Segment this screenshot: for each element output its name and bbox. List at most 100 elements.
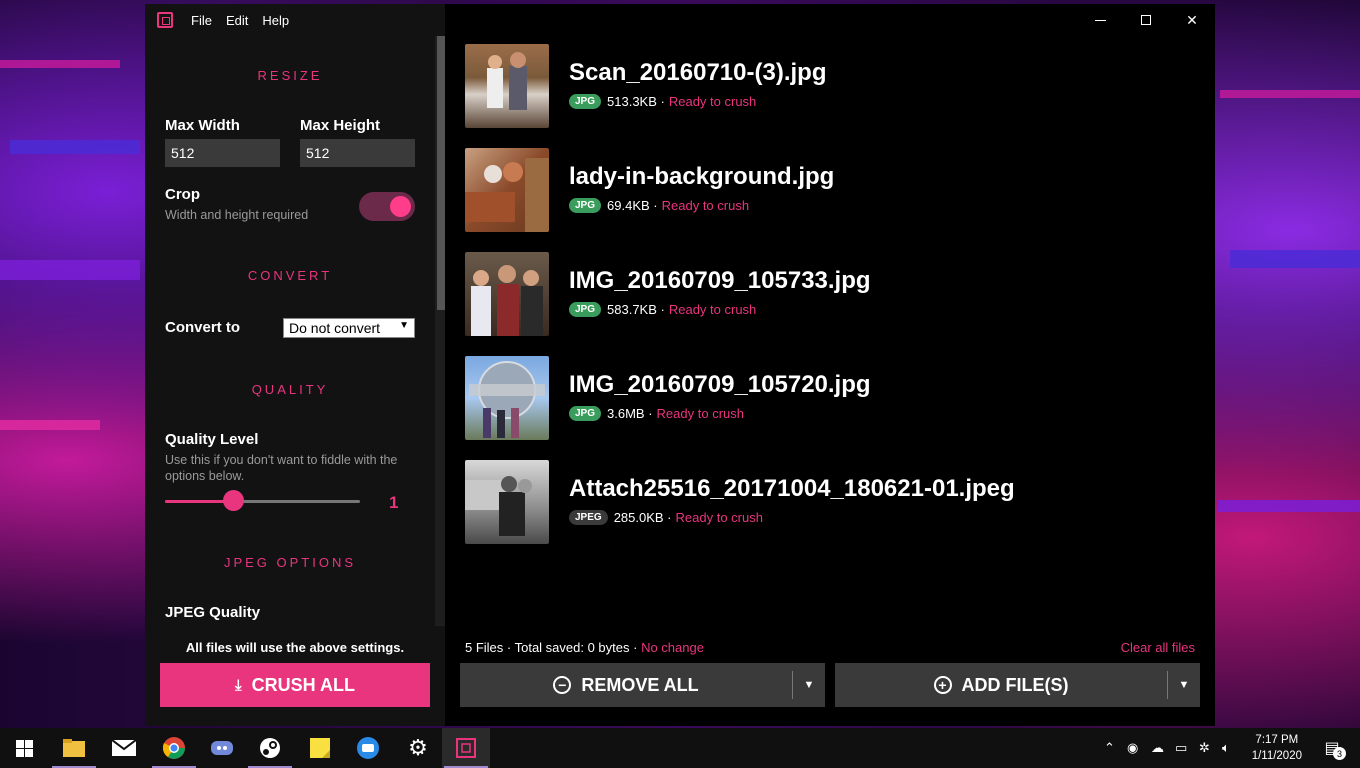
file-row[interactable]: IMG_20160709_105733.jpg JPG 583.7KB · Re… [465,252,1185,336]
taskbar-mail[interactable] [100,728,148,768]
taskbar-steam[interactable] [246,728,294,768]
chat-app-icon [357,737,379,759]
gear-icon: ⚙ [408,735,428,760]
file-meta: JPEG 285.0KB · Ready to crush [569,510,763,525]
wallpaper-glitch [10,140,140,154]
file-meta: JPG 583.7KB · Ready to crush [569,302,756,317]
file-status: Ready to crush [675,510,763,525]
section-title-quality: QUALITY [251,382,329,397]
wallpaper-glitch [1230,250,1360,268]
convert-to-label: Convert to [165,319,240,336]
file-meta: JPG 69.4KB · Ready to crush [569,198,749,213]
max-height-label: Max Height [300,117,381,134]
remove-all-dropdown[interactable]: ▼ [793,663,825,707]
max-height-input[interactable] [300,139,415,167]
download-icon: ⤓ [235,676,242,694]
dropdown-arrow-icon: ▼ [399,320,409,331]
file-status: Ready to crush [668,302,757,317]
file-size: 285.0KB [613,510,664,525]
file-size: 583.7KB [607,302,657,317]
quality-level-label: Quality Level [165,431,259,448]
quality-slider-thumb[interactable] [223,490,245,511]
action-center-button[interactable]: ▤ 3 [1308,728,1356,768]
clock-date: 1/11/2020 [1251,750,1302,762]
file-row[interactable]: Scan_20160710-(3).jpg JPG 513.3KB · Read… [465,44,1185,128]
remove-all-label: REMOVE ALL [581,674,699,695]
quality-slider-track[interactable] [165,500,360,503]
minus-circle-icon: − [553,676,572,694]
file-thumbnail [465,356,549,440]
files-summary: 5 Files · Total saved: 0 bytes · No chan… [465,640,704,655]
file-name: Scan_20160710-(3).jpg [569,59,827,86]
taskbar-chrome[interactable] [150,728,198,768]
taskbar-settings[interactable]: ⚙ [394,728,442,768]
file-type-badge: JPEG [569,510,608,525]
section-title-convert: CONVERT [247,268,333,283]
crush-all-button[interactable]: ⤓ CRUSH ALL [160,663,430,707]
quality-value: 1 [389,493,399,512]
windows-logo-icon [15,739,33,757]
start-button[interactable] [0,728,48,768]
brightness-icon[interactable]: ✲ [1199,740,1210,756]
menu-help[interactable]: Help [262,13,289,28]
quality-level-sublabel: Use this if you don't want to fiddle wit… [165,453,398,483]
meta-separator: · [656,94,665,109]
settings-scroll-area: RESIZE Max Width Max Height Crop Width a… [145,36,435,624]
taskbar-file-explorer[interactable] [50,728,98,768]
add-files-dropdown[interactable]: ▼ [1168,663,1200,707]
convert-select[interactable]: Do not convert ▼ [283,318,415,338]
minimize-button[interactable] [1077,4,1123,36]
file-row[interactable]: Attach25516_20171004_180621-01.jpeg JPEG… [465,460,1185,544]
maximize-icon [1141,15,1151,25]
file-size: 69.4KB [607,198,650,213]
file-meta: JPG 3.6MB · Ready to crush [569,406,744,421]
minimize-icon [1094,19,1106,21]
file-type-badge: JPG [569,94,602,109]
onedrive-icon[interactable]: ☁ [1151,740,1164,756]
chevron-up-icon[interactable]: ⌃ [1104,740,1115,756]
taskbar-clock[interactable]: 7:17 PM 1/11/2020 [1252,732,1302,764]
crop-toggle[interactable] [359,192,415,221]
file-row[interactable]: lady-in-background.jpg JPG 69.4KB · Read… [465,148,1185,232]
clear-all-files-link[interactable]: Clear all files [1121,640,1195,655]
steam-tray-icon[interactable]: ◉ [1127,740,1138,756]
add-files-label: ADD FILE(S) [961,674,1069,695]
menu-edit[interactable]: Edit [226,13,248,28]
file-row[interactable]: IMG_20160709_105720.jpg JPG 3.6MB · Read… [465,356,1185,440]
app-logo-icon [157,12,173,28]
taskbar-squoosh-app[interactable] [442,728,490,768]
file-status: Ready to crush [656,406,744,421]
wallpaper-glitch [1218,500,1360,512]
file-size: 3.6MB [607,406,645,421]
summary-change: No change [641,640,704,655]
taskbar-discord[interactable] [198,728,246,768]
file-thumbnail [465,44,549,128]
network-icon[interactable]: ▭ [1175,740,1187,756]
file-status: Ready to crush [661,198,750,213]
wallpaper-glitch [0,260,140,280]
remove-all-button[interactable]: − REMOVE ALL [460,663,792,707]
remove-all-button-group: − REMOVE ALL ▼ [460,663,825,707]
file-thumbnail [465,252,549,336]
app-window: File Edit Help RESIZE Max Width Max Heig… [145,4,1215,726]
settings-scrollbar[interactable] [435,36,445,626]
volume-icon[interactable]: 🔈︎ [1222,740,1230,756]
crop-label: Crop [165,186,200,203]
group-photo-icon [471,265,543,336]
menu-file[interactable]: File [191,13,212,28]
taskbar-sticky-notes[interactable] [296,728,344,768]
file-name: lady-in-background.jpg [569,163,835,190]
max-width-label: Max Width [165,117,240,134]
close-button[interactable]: ✕ [1169,4,1215,36]
maximize-button[interactable] [1123,4,1169,36]
add-files-button[interactable]: + ADD FILE(S) [835,663,1167,707]
restaurant-photo-icon [465,158,549,232]
file-name: IMG_20160709_105733.jpg [569,267,871,294]
max-width-input[interactable] [165,139,280,167]
taskbar-messenger[interactable] [344,728,392,768]
settings-footer-note: All files will use the above settings. [185,640,405,655]
file-type-badge: JPG [569,406,602,421]
wallpaper-glitch [1220,90,1360,98]
scrollbar-thumb[interactable] [437,36,445,310]
app-logo-icon [456,738,476,758]
